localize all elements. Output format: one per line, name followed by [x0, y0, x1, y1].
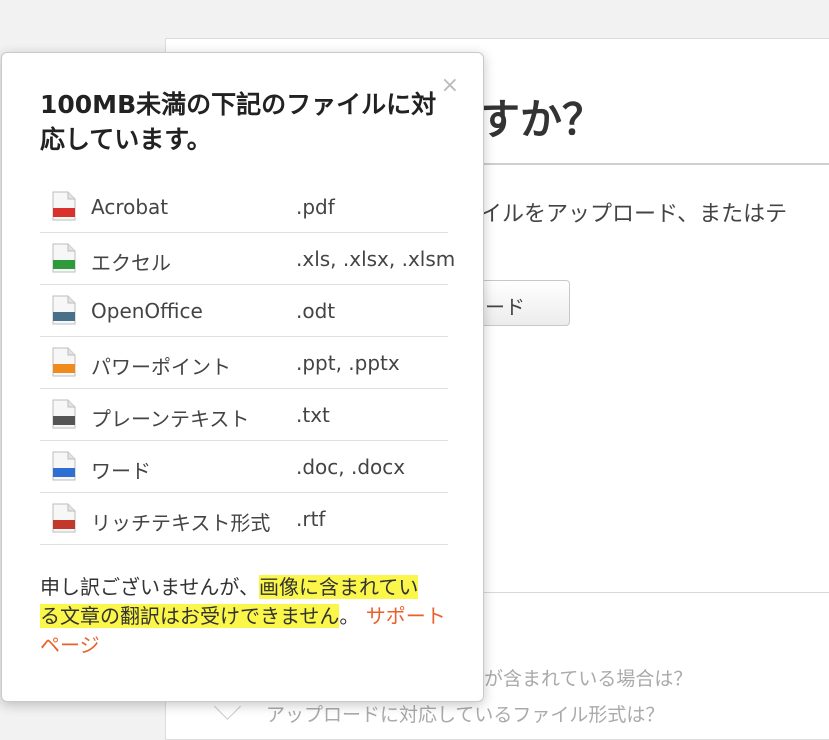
file-type-row: Acrobat .pdf: [40, 181, 448, 233]
file-type-row: リッチテキスト形式 .rtf: [40, 493, 448, 545]
file-extensions: .pdf: [296, 195, 335, 219]
xls-file-icon: [52, 243, 76, 273]
file-type-row: パワーポイント .ppt, .pptx: [40, 337, 448, 389]
note-highlight: る文章の翻訳はお受けできません: [40, 604, 340, 628]
file-type-name: OpenOffice: [91, 299, 203, 323]
file-type-name: リッチテキスト形式: [91, 511, 271, 535]
note-highlight: 画像に含まれてい: [259, 575, 419, 599]
file-extensions: .ppt, .pptx: [296, 351, 400, 375]
file-type-row: OpenOffice .odt: [40, 285, 448, 337]
file-type-row: エクセル .xls, .xlsx, .xlsm: [40, 233, 455, 285]
file-type-name: エクセル: [91, 251, 171, 275]
file-type-row: プレーンテキスト .txt: [40, 389, 448, 441]
file-type-list: Acrobat .pdf エクセル .xls, .xlsx, .xlsm OpenOff…: [40, 181, 455, 545]
file-type-name: プレーンテキスト: [91, 407, 250, 431]
file-type-name: ワード: [91, 459, 151, 483]
file-extensions: .odt: [296, 299, 336, 323]
page-description: ァイルをアップロード、またはテ: [458, 202, 788, 227]
file-extensions: .txt: [296, 403, 330, 427]
txt-file-icon: [52, 399, 76, 429]
close-icon[interactable]: ×: [441, 75, 459, 97]
popover-note: 申し訳ございませんが、画像に含まれてい る文章の翻訳はお受けできません。 サポート…: [40, 573, 450, 660]
file-extensions: .doc, .docx: [296, 455, 406, 479]
pdf-file-icon: [52, 191, 76, 221]
supported-files-popover: × 100MB未満の下記のファイルに対応しています。 Acrobat .pdf エク…: [1, 52, 484, 702]
file-type-row: ワード .doc, .docx: [40, 441, 448, 493]
popover-title: 100MB未満の下記のファイルに対応しています。: [40, 90, 437, 154]
doc-file-icon: [52, 451, 76, 481]
file-type-name: パワーポイント: [91, 355, 231, 379]
file-extensions: .rtf: [296, 507, 326, 531]
rtf-file-icon: [52, 503, 76, 533]
file-type-name: Acrobat: [91, 195, 169, 219]
note-text: 。: [339, 604, 366, 628]
file-extensions: .xls, .xlsx, .xlsm: [296, 247, 456, 271]
note-text: 申し訳ございませんが、: [40, 575, 259, 599]
faq-item-image-text[interactable]: が含まれている場合は？: [484, 664, 692, 691]
page-title: すか？: [478, 95, 605, 144]
ppt-file-icon: [52, 347, 76, 377]
odt-file-icon: [52, 295, 76, 325]
